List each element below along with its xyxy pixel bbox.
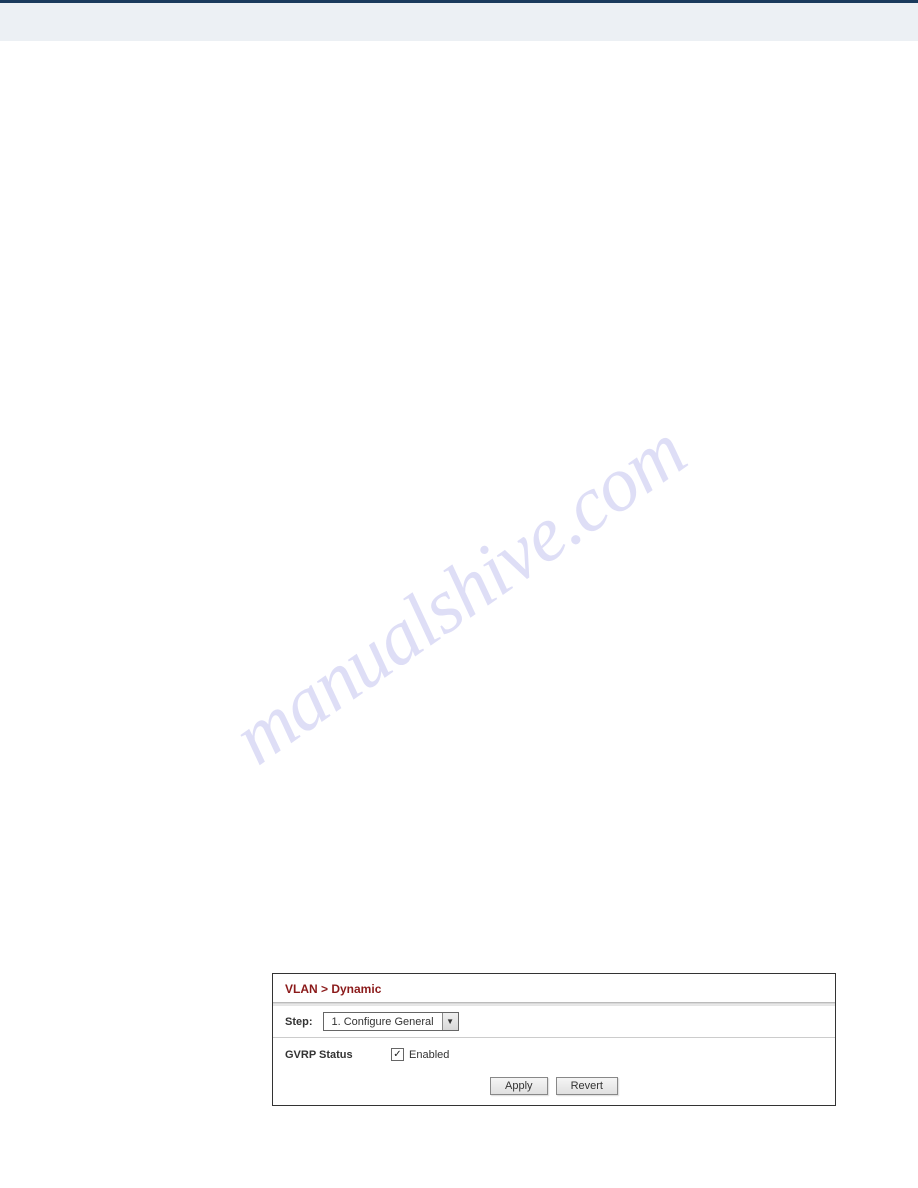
apply-button[interactable]: Apply xyxy=(490,1077,548,1095)
chevron-down-icon: ▼ xyxy=(442,1013,458,1030)
page-header-band xyxy=(0,3,918,41)
gvrp-enabled-checkbox[interactable]: ✓ Enabled xyxy=(391,1048,449,1061)
step-select[interactable]: 1. Configure General ▼ xyxy=(323,1012,459,1031)
step-select-value: 1. Configure General xyxy=(324,1016,442,1028)
gvrp-status-row: GVRP Status ✓ Enabled xyxy=(273,1038,835,1065)
step-row: Step: 1. Configure General ▼ xyxy=(273,1006,835,1038)
gvrp-status-label: GVRP Status xyxy=(285,1049,391,1061)
vlan-dynamic-panel: VLAN > Dynamic Step: 1. Configure Genera… xyxy=(272,973,836,1106)
checkbox-label: Enabled xyxy=(409,1049,449,1061)
button-row: Apply Revert xyxy=(273,1065,835,1105)
watermark-text: manualshive.com xyxy=(217,406,702,783)
step-label: Step: xyxy=(285,1016,313,1028)
panel-title: VLAN > Dynamic xyxy=(273,974,835,1002)
checkbox-icon: ✓ xyxy=(391,1048,404,1061)
revert-button[interactable]: Revert xyxy=(556,1077,618,1095)
